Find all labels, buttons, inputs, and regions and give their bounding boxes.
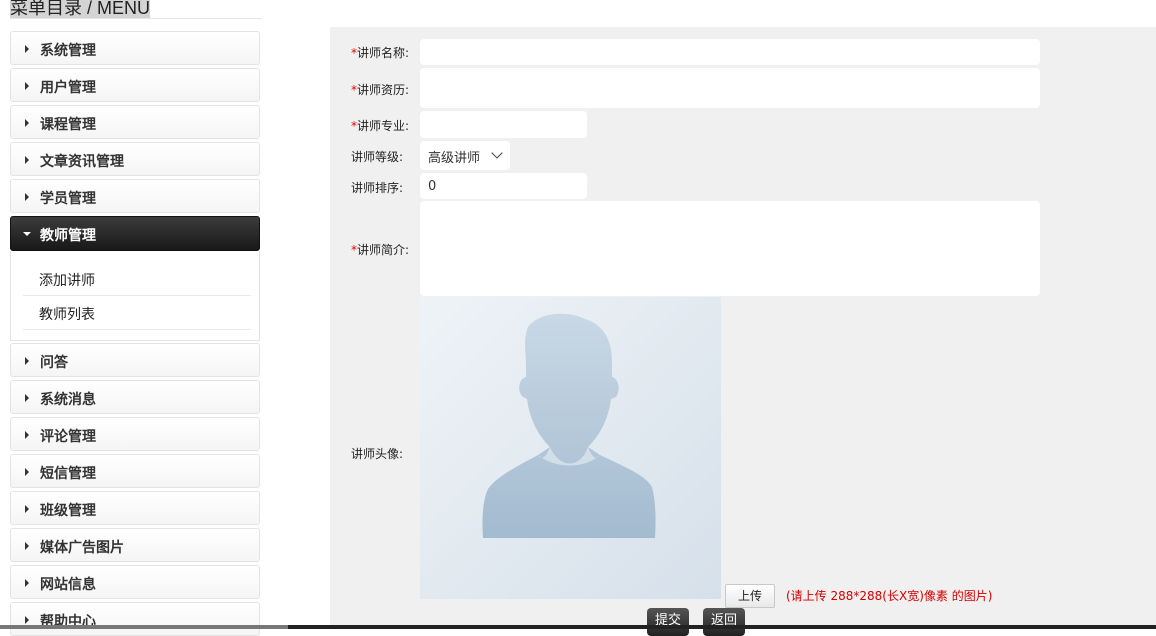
submenu-add-teacher[interactable]: 添加讲师 xyxy=(23,261,251,296)
avatar-preview xyxy=(420,297,721,599)
menu-title-text: 菜单目录 / MENU xyxy=(10,0,151,18)
sidebar-item-label: 网站信息 xyxy=(40,577,96,593)
sidebar-item-label: 媒体广告图片 xyxy=(40,540,124,556)
teacher-major-label: *讲师专业: xyxy=(351,119,410,133)
teacher-level-select[interactable]: 高级讲师 xyxy=(420,141,510,170)
teacher-career-input[interactable] xyxy=(420,68,1040,108)
submit-button[interactable]: 提交 xyxy=(647,608,689,636)
sidebar-item-media-ads[interactable]: 媒体广告图片 xyxy=(10,528,260,562)
sidebar-item-sms[interactable]: 短信管理 xyxy=(10,454,260,488)
sidebar-item-users[interactable]: 用户管理 xyxy=(10,68,260,102)
teacher-major-input[interactable] xyxy=(420,111,587,138)
caret-right-icon xyxy=(25,394,29,402)
sidebar-item-teachers[interactable]: 教师管理 xyxy=(10,216,260,251)
sidebar-item-label: 学员管理 xyxy=(40,191,96,207)
teacher-sort-input[interactable] xyxy=(420,173,587,199)
teacher-career-label: *讲师资历: xyxy=(351,83,410,97)
sidebar-item-articles[interactable]: 文章资讯管理 xyxy=(10,142,260,176)
sidebar-item-students[interactable]: 学员管理 xyxy=(10,179,260,213)
teacher-level-value: 高级讲师 xyxy=(428,151,481,166)
sidebar-item-label: 系统管理 xyxy=(40,43,96,59)
sidebar-item-label: 短信管理 xyxy=(40,466,96,482)
sidebar-item-label: 系统消息 xyxy=(40,392,96,408)
sidebar-item-courses[interactable]: 课程管理 xyxy=(10,105,260,139)
sidebar-item-comments[interactable]: 评论管理 xyxy=(10,417,260,451)
sidebar-item-label: 班级管理 xyxy=(40,503,96,519)
caret-right-icon xyxy=(25,468,29,476)
sidebar-item-label: 用户管理 xyxy=(40,80,96,96)
caret-right-icon xyxy=(25,542,29,550)
teacher-name-label: *讲师名称: xyxy=(351,46,410,60)
person-silhouette-icon xyxy=(482,313,656,538)
back-button[interactable]: 返回 xyxy=(703,608,745,636)
sidebar-item-help[interactable]: 帮助中心 xyxy=(10,602,260,636)
caret-right-icon xyxy=(25,579,29,587)
sidebar-item-system[interactable]: 系统管理 xyxy=(10,31,260,65)
submenu-item-label: 添加讲师 xyxy=(39,273,95,289)
caret-right-icon xyxy=(25,357,29,365)
teacher-level-label: 讲师等级: xyxy=(351,150,404,164)
sidebar-item-label: 问答 xyxy=(40,355,68,371)
caret-right-icon xyxy=(25,82,29,90)
sidebar-item-qa[interactable]: 问答 xyxy=(10,343,260,377)
teacher-submenu: 添加讲师 教师列表 xyxy=(10,251,260,341)
teacher-intro-label: *讲师简介: xyxy=(351,243,410,257)
caret-right-icon xyxy=(25,505,29,513)
sidebar-item-site-info[interactable]: 网站信息 xyxy=(10,565,260,599)
sidebar-item-classes[interactable]: 班级管理 xyxy=(10,491,260,525)
caret-right-icon xyxy=(25,156,29,164)
caret-down-icon xyxy=(23,232,31,236)
upload-hint: (请上传 288*288(长X宽)像素 的图片) xyxy=(786,589,993,603)
teacher-sort-label: 讲师排序: xyxy=(351,181,404,195)
caret-right-icon xyxy=(25,616,29,624)
chevron-down-icon xyxy=(491,147,503,159)
submenu-item-label: 教师列表 xyxy=(39,307,95,323)
teacher-avatar-label: 讲师头像: xyxy=(351,447,404,461)
caret-right-icon xyxy=(25,119,29,127)
caret-right-icon xyxy=(25,193,29,201)
scrollbar-thumb[interactable] xyxy=(0,625,288,629)
sidebar-item-label: 课程管理 xyxy=(40,117,96,133)
sidebar-item-label: 评论管理 xyxy=(40,429,96,445)
sidebar-item-label: 文章资讯管理 xyxy=(40,154,124,170)
sidebar-item-label: 教师管理 xyxy=(40,228,96,244)
teacher-name-input[interactable] xyxy=(420,39,1040,65)
upload-button[interactable]: 上传 xyxy=(725,584,775,608)
menu-title: 菜单目录 / MENU xyxy=(10,0,262,19)
teacher-intro-textarea[interactable] xyxy=(420,201,1040,296)
caret-right-icon xyxy=(25,431,29,439)
submenu-teacher-list[interactable]: 教师列表 xyxy=(23,295,251,330)
sidebar-item-messages[interactable]: 系统消息 xyxy=(10,380,260,414)
caret-right-icon xyxy=(25,45,29,53)
horizontal-scrollbar[interactable] xyxy=(0,625,1156,629)
